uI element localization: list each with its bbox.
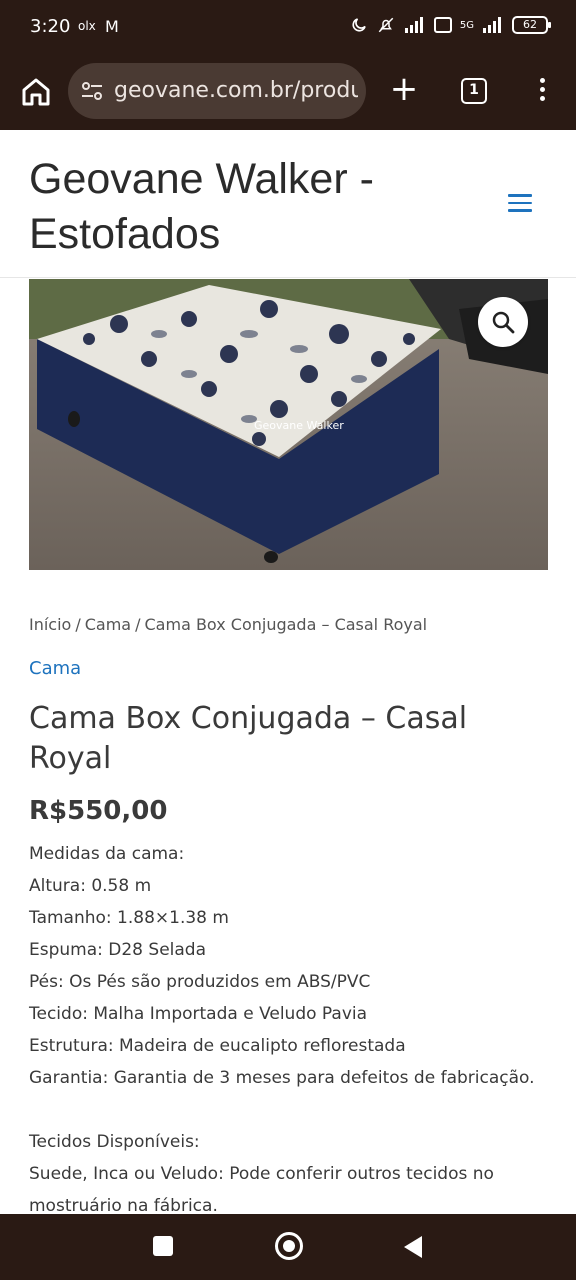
product-category-link[interactable]: Cama	[29, 658, 81, 679]
home-icon[interactable]	[18, 74, 54, 110]
browser-toolbar: geovane.com.br/produto + 1	[0, 56, 576, 130]
gmail-icon: M	[105, 17, 119, 36]
mute-icon	[378, 17, 394, 33]
signal-icon-2	[483, 17, 501, 33]
description-line: Espuma: D28 Selada	[29, 940, 206, 960]
breadcrumb-home[interactable]: Início	[29, 615, 71, 634]
volte-icon	[433, 17, 452, 33]
address-bar[interactable]: geovane.com.br/produto	[68, 63, 366, 119]
network-label: 5G	[459, 19, 474, 31]
search-icon	[492, 311, 515, 334]
new-tab-button[interactable]: +	[388, 72, 420, 106]
product-title: Cama Box Conjugada – Casal Royal	[29, 701, 468, 776]
description-line: Medidas da cama:	[29, 844, 185, 864]
battery-icon: 62	[512, 16, 551, 34]
status-bar: 3:20 olx M 5G 62	[0, 0, 576, 56]
description-line: Garantia: Garantia de 3 meses para defei…	[29, 1068, 535, 1088]
description-line: Estrutura: Madeira de eucalipto reflores…	[29, 1036, 406, 1056]
status-icons: 5G 62	[350, 16, 551, 34]
back-button[interactable]	[404, 1236, 422, 1258]
olx-notification-icon: olx	[78, 19, 96, 33]
site-header: Geovane Walker - Estofados	[0, 130, 576, 278]
product-price: R$550,00	[29, 796, 168, 826]
url-text[interactable]: geovane.com.br/produto	[114, 78, 358, 103]
tecidos-text: Suede, Inca ou Veludo: Pode conferir out…	[29, 1164, 494, 1216]
zoom-button[interactable]	[478, 297, 528, 347]
breadcrumb-category[interactable]: Cama	[85, 615, 131, 634]
breadcrumb-current: Cama Box Conjugada – Casal Royal	[144, 615, 428, 634]
description-line: Tamanho: 1.88×1.38 m	[29, 908, 229, 928]
more-menu-icon[interactable]	[530, 74, 554, 108]
watermark: Geovane Walker	[254, 419, 344, 432]
recents-button[interactable]	[153, 1236, 173, 1256]
description-line: Tecido: Malha Importada e Veludo Pavia	[29, 1004, 368, 1024]
tecidos-heading: Tecidos Disponíveis:	[29, 1132, 200, 1152]
tab-switcher-button[interactable]: 1	[461, 78, 487, 104]
system-navigation-bar	[0, 1214, 576, 1280]
signal-icon	[404, 17, 423, 33]
home-button[interactable]	[275, 1232, 303, 1260]
description-line: Pés: Os Pés são produzidos em ABS/PVC	[29, 972, 371, 992]
site-title[interactable]: Geovane Walker - Estofados	[29, 152, 449, 262]
site-settings-icon[interactable]	[80, 79, 104, 103]
product-image[interactable]: Geovane Walker	[29, 279, 548, 570]
hamburger-menu-icon[interactable]	[508, 194, 532, 214]
product-description: Medidas da cama: Altura: 0.58 m Tamanho:…	[29, 838, 559, 1222]
description-line: Altura: 0.58 m	[29, 876, 152, 896]
clock: 3:20	[30, 16, 71, 37]
moon-icon	[352, 18, 366, 32]
bed-photo: Geovane Walker	[29, 279, 548, 570]
breadcrumb: Início / Cama / Cama Box Conjugada – Casal R…	[29, 615, 428, 634]
